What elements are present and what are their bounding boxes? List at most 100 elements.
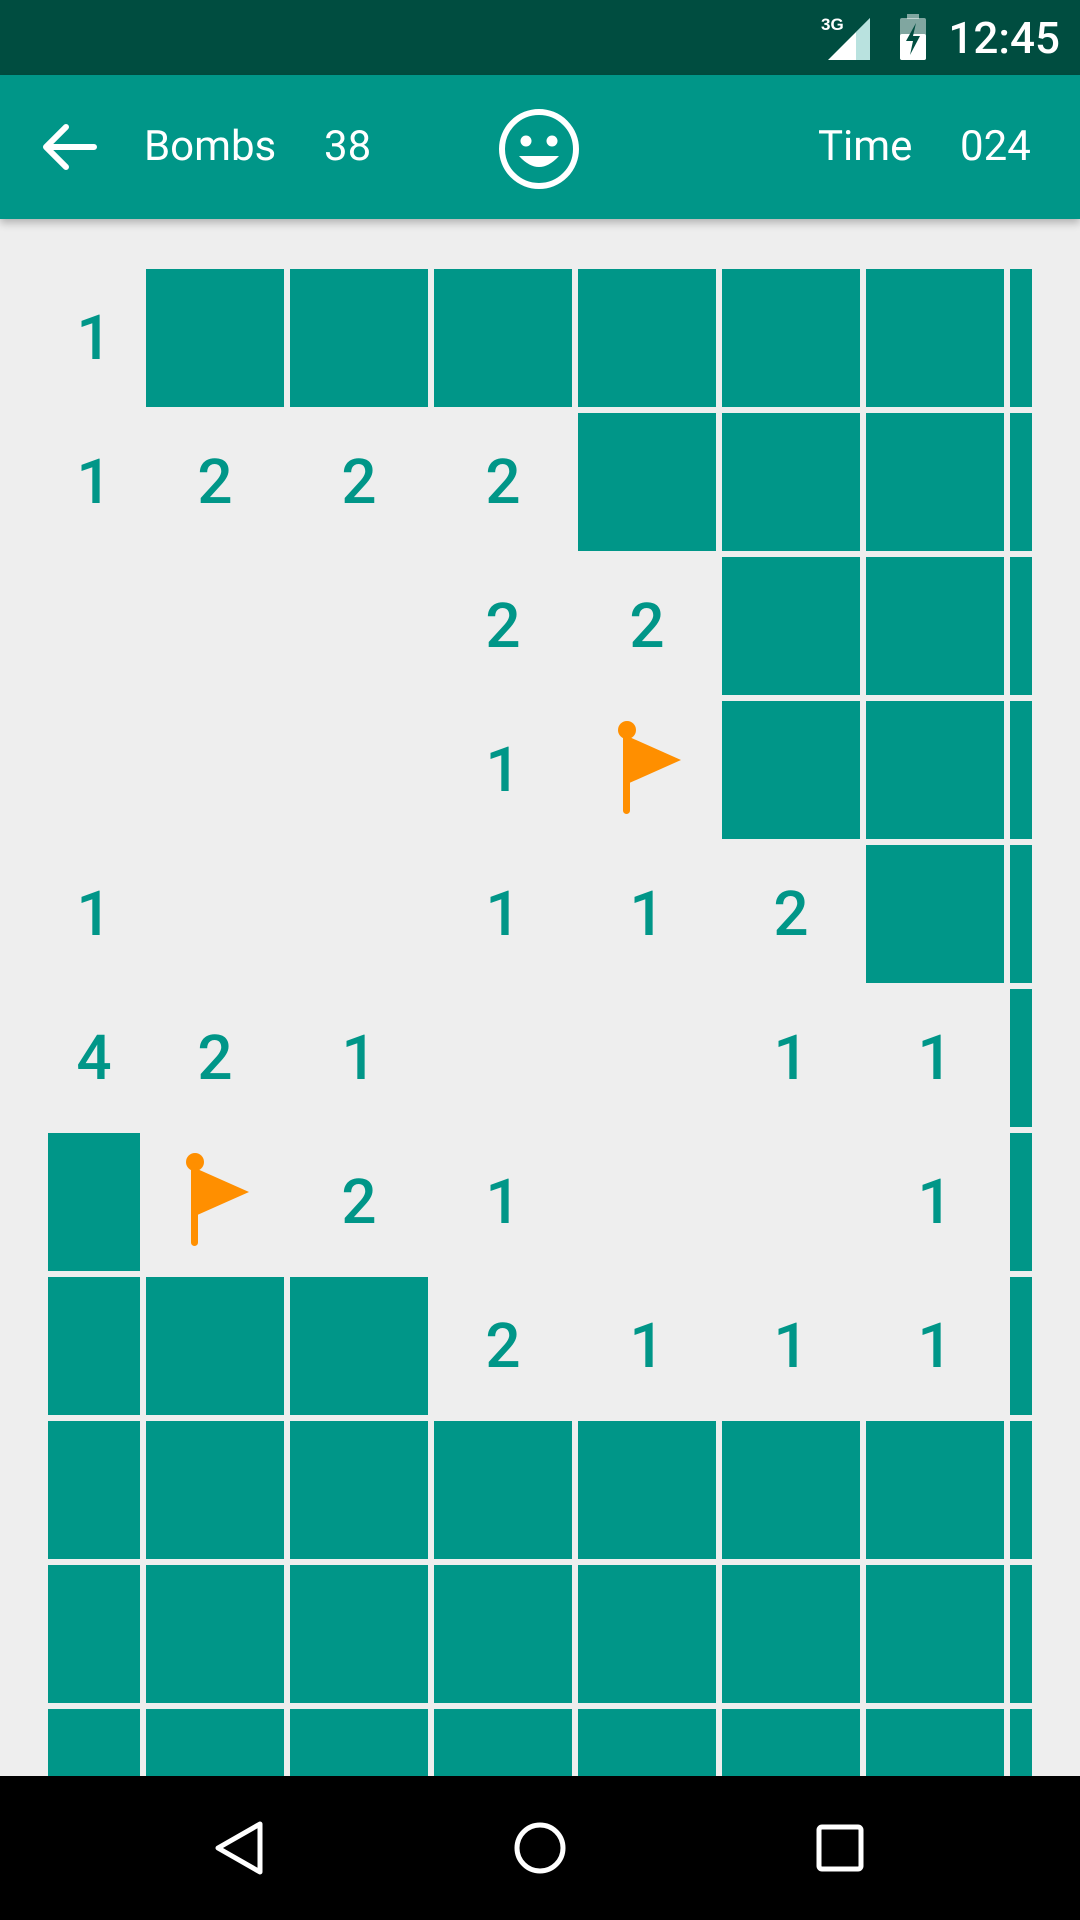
empty-cell[interactable] [290, 845, 428, 983]
number-cell[interactable]: 1 [290, 989, 428, 1127]
number-cell[interactable]: 1 [578, 1277, 716, 1415]
number-cell[interactable]: 1 [434, 1133, 572, 1271]
covered-cell[interactable] [866, 269, 1004, 407]
number-cell[interactable]: 2 [290, 413, 428, 551]
covered-cell[interactable] [1010, 413, 1032, 551]
covered-cell[interactable] [722, 413, 860, 551]
empty-cell[interactable] [578, 1133, 716, 1271]
covered-cell[interactable] [290, 1421, 428, 1559]
covered-cell[interactable] [146, 1277, 284, 1415]
number-cell[interactable]: 2 [434, 413, 572, 551]
covered-cell[interactable] [722, 701, 860, 839]
covered-cell[interactable] [434, 1421, 572, 1559]
bombs-label: Bombs [144, 122, 277, 171]
signal-icon: 3G [821, 15, 870, 60]
covered-cell[interactable] [1010, 1709, 1032, 1776]
covered-cell[interactable] [722, 1421, 860, 1559]
covered-cell[interactable] [48, 1565, 140, 1703]
number-cell[interactable]: 2 [722, 845, 860, 983]
empty-cell[interactable] [290, 701, 428, 839]
covered-cell[interactable] [48, 1709, 140, 1776]
covered-cell[interactable] [866, 701, 1004, 839]
covered-cell[interactable] [290, 269, 428, 407]
number-cell[interactable]: 2 [146, 413, 284, 551]
game-board: 112222211112421112112111 [0, 219, 1080, 1776]
nav-home-button[interactable] [498, 1806, 582, 1890]
number-cell[interactable]: 1 [48, 269, 140, 407]
empty-cell[interactable] [48, 557, 140, 695]
time-label: Time [818, 122, 913, 171]
covered-cell[interactable] [48, 1277, 140, 1415]
covered-cell[interactable] [866, 557, 1004, 695]
covered-cell[interactable] [434, 269, 572, 407]
covered-cell[interactable] [434, 1565, 572, 1703]
smiley-reset-button[interactable] [496, 106, 582, 192]
empty-cell[interactable] [146, 701, 284, 839]
covered-cell[interactable] [578, 269, 716, 407]
covered-cell[interactable] [866, 1565, 1004, 1703]
number-cell[interactable]: 1 [48, 413, 140, 551]
covered-cell[interactable] [578, 413, 716, 551]
empty-cell[interactable] [146, 557, 284, 695]
covered-cell[interactable] [866, 1421, 1004, 1559]
covered-cell[interactable] [866, 413, 1004, 551]
number-cell[interactable]: 1 [434, 701, 572, 839]
empty-cell[interactable] [290, 557, 428, 695]
covered-cell[interactable] [290, 1277, 428, 1415]
number-cell[interactable]: 1 [722, 1277, 860, 1415]
covered-cell[interactable] [1010, 1277, 1032, 1415]
covered-cell[interactable] [722, 557, 860, 695]
covered-cell[interactable] [1010, 845, 1032, 983]
covered-cell[interactable] [1010, 557, 1032, 695]
flagged-cell[interactable] [578, 701, 716, 839]
covered-cell[interactable] [48, 1421, 140, 1559]
empty-cell[interactable] [434, 989, 572, 1127]
covered-cell[interactable] [722, 269, 860, 407]
covered-cell[interactable] [1010, 269, 1032, 407]
empty-cell[interactable] [146, 845, 284, 983]
empty-cell[interactable] [722, 1133, 860, 1271]
number-cell[interactable]: 2 [290, 1133, 428, 1271]
number-cell[interactable]: 1 [866, 1277, 1004, 1415]
flagged-cell[interactable] [146, 1133, 284, 1271]
empty-cell[interactable] [48, 701, 140, 839]
number-cell[interactable]: 1 [866, 1133, 1004, 1271]
covered-cell[interactable] [146, 1709, 284, 1776]
home-circle-icon [514, 1822, 566, 1874]
number-cell[interactable]: 1 [866, 989, 1004, 1127]
covered-cell[interactable] [434, 1709, 572, 1776]
number-cell[interactable]: 1 [48, 845, 140, 983]
covered-cell[interactable] [1010, 701, 1032, 839]
number-cell[interactable]: 4 [48, 989, 140, 1127]
network-label: 3G [821, 15, 844, 34]
number-cell[interactable]: 2 [578, 557, 716, 695]
covered-cell[interactable] [290, 1709, 428, 1776]
number-cell[interactable]: 2 [146, 989, 284, 1127]
covered-cell[interactable] [1010, 989, 1032, 1127]
nav-back-button[interactable] [198, 1806, 282, 1890]
covered-cell[interactable] [866, 845, 1004, 983]
covered-cell[interactable] [1010, 1565, 1032, 1703]
covered-cell[interactable] [1010, 1421, 1032, 1559]
covered-cell[interactable] [290, 1565, 428, 1703]
covered-cell[interactable] [722, 1709, 860, 1776]
number-cell[interactable]: 2 [434, 557, 572, 695]
number-cell[interactable]: 2 [434, 1277, 572, 1415]
covered-cell[interactable] [866, 1709, 1004, 1776]
number-cell[interactable]: 1 [722, 989, 860, 1127]
empty-cell[interactable] [578, 989, 716, 1127]
covered-cell[interactable] [146, 1421, 284, 1559]
covered-cell[interactable] [146, 1565, 284, 1703]
covered-cell[interactable] [146, 269, 284, 407]
covered-cell[interactable] [578, 1709, 716, 1776]
number-cell[interactable]: 1 [578, 845, 716, 983]
covered-cell[interactable] [578, 1421, 716, 1559]
nav-recents-button[interactable] [798, 1806, 882, 1890]
status-time: 12:45 [948, 12, 1060, 64]
covered-cell[interactable] [578, 1565, 716, 1703]
covered-cell[interactable] [722, 1565, 860, 1703]
back-button[interactable] [32, 115, 112, 179]
covered-cell[interactable] [48, 1133, 140, 1271]
number-cell[interactable]: 1 [434, 845, 572, 983]
covered-cell[interactable] [1010, 1133, 1032, 1271]
